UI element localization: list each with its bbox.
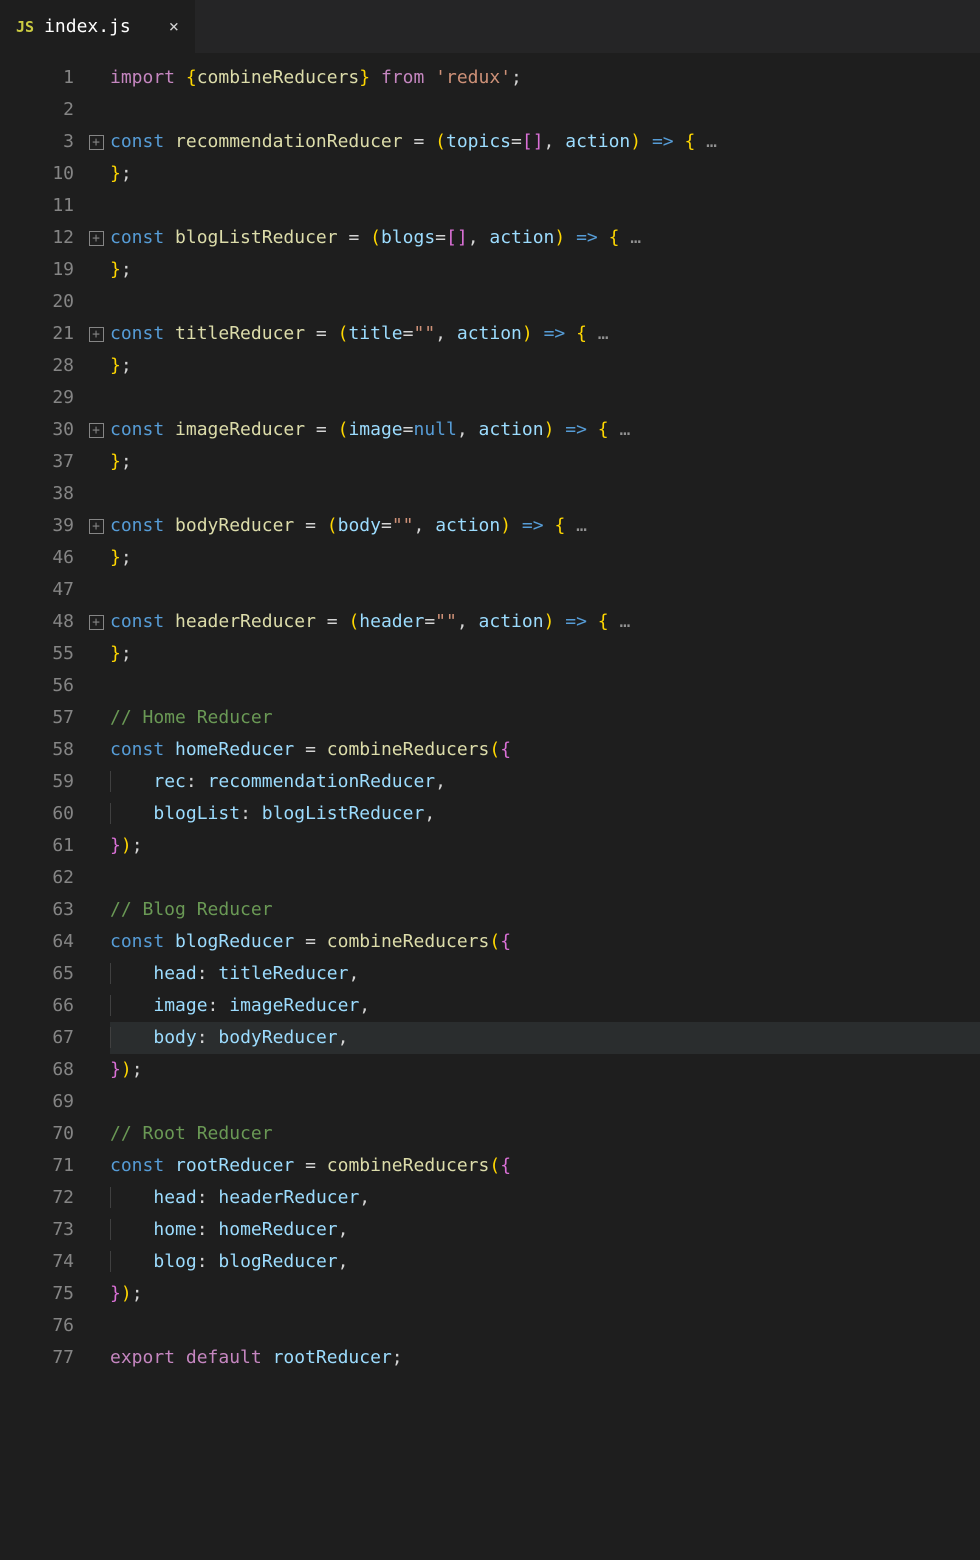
fold-expand-icon[interactable]: + (89, 135, 104, 150)
code-line[interactable]: // Home Reducer (110, 702, 980, 734)
code-line[interactable] (110, 382, 980, 414)
js-file-icon: JS (16, 18, 34, 36)
line-number: 57 (0, 702, 82, 734)
line-number: 58 (0, 734, 82, 766)
code-line[interactable] (110, 286, 980, 318)
code-line[interactable]: }; (110, 446, 980, 478)
code-line[interactable]: // Root Reducer (110, 1118, 980, 1150)
tab-bar: JS index.js × (0, 0, 980, 54)
line-number: 64 (0, 926, 82, 958)
code-line[interactable]: head: headerReducer, (110, 1182, 980, 1214)
line-number: 48 (0, 606, 82, 638)
line-number: 56 (0, 670, 82, 702)
code-line[interactable] (110, 1086, 980, 1118)
line-number: 68 (0, 1054, 82, 1086)
line-number: 60 (0, 798, 82, 830)
line-number: 12 (0, 222, 82, 254)
code-line[interactable]: }; (110, 638, 980, 670)
code-line[interactable]: export default rootReducer; (110, 1342, 980, 1374)
line-number: 29 (0, 382, 82, 414)
line-number: 46 (0, 542, 82, 574)
line-number: 63 (0, 894, 82, 926)
code-line[interactable]: const imageReducer = (image=null, action… (110, 414, 980, 446)
line-number: 69 (0, 1086, 82, 1118)
line-number: 71 (0, 1150, 82, 1182)
code-line[interactable]: }; (110, 254, 980, 286)
line-number: 76 (0, 1310, 82, 1342)
line-number: 19 (0, 254, 82, 286)
tab-filename: index.js (44, 16, 131, 37)
fold-gutter: + + + + + + (82, 54, 110, 1560)
code-line[interactable] (110, 94, 980, 126)
line-number: 37 (0, 446, 82, 478)
code-content[interactable]: import {combineReducers} from 'redux'; co… (110, 54, 980, 1560)
line-number: 2 (0, 94, 82, 126)
code-line[interactable] (110, 478, 980, 510)
close-icon[interactable]: × (169, 17, 179, 37)
line-number: 20 (0, 286, 82, 318)
code-line[interactable]: const headerReducer = (header="", action… (110, 606, 980, 638)
code-line[interactable]: image: imageReducer, (110, 990, 980, 1022)
code-line[interactable]: }); (110, 1054, 980, 1086)
line-number-gutter: 1231011121920212829303738394647485556575… (0, 54, 82, 1560)
line-number: 62 (0, 862, 82, 894)
tab-index-js[interactable]: JS index.js × (0, 0, 195, 53)
line-number: 77 (0, 1342, 82, 1374)
line-number: 1 (0, 62, 82, 94)
code-line[interactable]: import {combineReducers} from 'redux'; (110, 62, 980, 94)
fold-expand-icon[interactable]: + (89, 423, 104, 438)
line-number: 73 (0, 1214, 82, 1246)
code-line[interactable] (110, 1310, 980, 1342)
code-line[interactable]: home: homeReducer, (110, 1214, 980, 1246)
code-line[interactable]: const rootReducer = combineReducers({ (110, 1150, 980, 1182)
code-line[interactable]: // Blog Reducer (110, 894, 980, 926)
line-number: 11 (0, 190, 82, 222)
line-number: 30 (0, 414, 82, 446)
code-line[interactable]: }; (110, 350, 980, 382)
code-line[interactable]: body: bodyReducer, (110, 1022, 980, 1054)
line-number: 47 (0, 574, 82, 606)
fold-expand-icon[interactable]: + (89, 231, 104, 246)
code-line[interactable]: const titleReducer = (title="", action) … (110, 318, 980, 350)
code-line[interactable]: head: titleReducer, (110, 958, 980, 990)
line-number: 59 (0, 766, 82, 798)
code-line[interactable]: }; (110, 158, 980, 190)
code-line[interactable]: blogList: blogListReducer, (110, 798, 980, 830)
fold-expand-icon[interactable]: + (89, 519, 104, 534)
code-editor[interactable]: 1231011121920212829303738394647485556575… (0, 54, 980, 1560)
line-number: 3 (0, 126, 82, 158)
code-line[interactable]: blog: blogReducer, (110, 1246, 980, 1278)
fold-expand-icon[interactable]: + (89, 615, 104, 630)
line-number: 72 (0, 1182, 82, 1214)
line-number: 38 (0, 478, 82, 510)
line-number: 21 (0, 318, 82, 350)
line-number: 70 (0, 1118, 82, 1150)
line-number: 74 (0, 1246, 82, 1278)
line-number: 10 (0, 158, 82, 190)
line-number: 61 (0, 830, 82, 862)
line-number: 39 (0, 510, 82, 542)
code-line[interactable]: }; (110, 542, 980, 574)
fold-expand-icon[interactable]: + (89, 327, 104, 342)
code-line[interactable]: rec: recommendationReducer, (110, 766, 980, 798)
code-line[interactable]: const recommendationReducer = (topics=[]… (110, 126, 980, 158)
line-number: 55 (0, 638, 82, 670)
code-line[interactable] (110, 862, 980, 894)
line-number: 67 (0, 1022, 82, 1054)
line-number: 75 (0, 1278, 82, 1310)
line-number: 65 (0, 958, 82, 990)
code-line[interactable] (110, 190, 980, 222)
line-number: 66 (0, 990, 82, 1022)
line-number: 28 (0, 350, 82, 382)
code-line[interactable]: }); (110, 830, 980, 862)
code-line[interactable]: const blogReducer = combineReducers({ (110, 926, 980, 958)
code-line[interactable] (110, 574, 980, 606)
code-line[interactable]: const blogListReducer = (blogs=[], actio… (110, 222, 980, 254)
code-line[interactable] (110, 670, 980, 702)
code-line[interactable]: const bodyReducer = (body="", action) =>… (110, 510, 980, 542)
code-line[interactable]: const homeReducer = combineReducers({ (110, 734, 980, 766)
code-line[interactable]: }); (110, 1278, 980, 1310)
